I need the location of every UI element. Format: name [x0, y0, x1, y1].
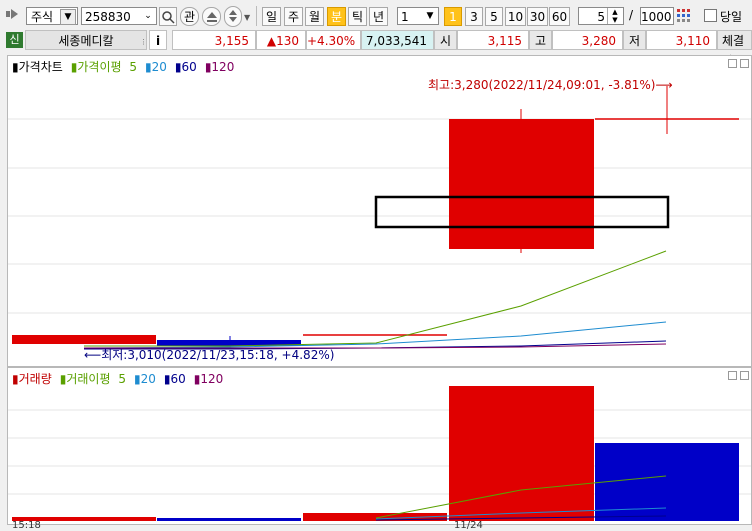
open-label: 시	[434, 30, 457, 50]
scroll-count-value: 5	[597, 10, 605, 24]
chevron-down-icon[interactable]: ▼	[60, 9, 76, 25]
watchlist-button[interactable]: 관	[180, 7, 199, 26]
updown-icon	[229, 10, 237, 22]
price-change: ▲130	[256, 30, 306, 50]
eject-icon	[206, 12, 217, 22]
data-count-input[interactable]: 1000	[640, 7, 674, 25]
search-icon	[162, 11, 175, 24]
chevron-down-icon[interactable]: ▼	[423, 9, 437, 23]
preset-30[interactable]: 30	[527, 7, 548, 26]
data-count-value: 1000	[641, 10, 672, 24]
period-year[interactable]: 년	[369, 7, 388, 26]
separator	[256, 6, 257, 26]
preset-3[interactable]: 3	[465, 7, 483, 26]
change-percent: +4.30%	[306, 30, 361, 50]
trade-strength-label: 체결강	[717, 30, 752, 68]
today-checkbox[interactable]	[704, 9, 717, 22]
stock-info-button[interactable]: i	[149, 30, 167, 50]
current-price: 3,155	[172, 30, 256, 50]
preset-5[interactable]: 5	[485, 7, 503, 26]
stock-code-value: 258830	[85, 10, 131, 24]
link-arrow-icon[interactable]	[6, 7, 22, 21]
preset-10[interactable]: 10	[505, 7, 526, 26]
preset-1[interactable]: 1	[444, 7, 462, 26]
time-axis-mid: 11/24	[454, 520, 483, 531]
preset-60[interactable]: 60	[549, 7, 570, 26]
volume-chart-canvas[interactable]	[8, 368, 751, 524]
name-dots-icon: ⋮	[140, 38, 147, 46]
period-month[interactable]: 월	[305, 7, 324, 26]
trade-volume: 7,033,541	[361, 30, 434, 50]
count-separator: /	[629, 8, 634, 22]
scroll-updown-button[interactable]	[224, 6, 242, 27]
volume-chart-panel[interactable]: ▮거래량 ▮거래이평 5 ▮20 ▮60 ▮120 15:18 11/24	[7, 367, 752, 531]
refresh-button[interactable]	[202, 7, 221, 26]
scroll-count-spinner[interactable]: 5 ▲ ▼	[578, 7, 624, 25]
interval-select[interactable]: 1 ▼	[397, 7, 439, 25]
candle	[12, 335, 156, 344]
grid-settings-icon[interactable]	[676, 7, 692, 25]
market-type-select[interactable]: 주식 ▼	[26, 7, 78, 25]
ma5-line	[84, 250, 667, 347]
high-price: 3,280	[552, 30, 623, 50]
low-price: 3,110	[646, 30, 717, 50]
price-chart-panel[interactable]: ▮가격차트 ▮가격이평 5 ▮20 ▮60 ▮120 최고:3,280(2022/11/…	[7, 55, 752, 367]
period-week[interactable]: 주	[284, 7, 303, 26]
stock-name[interactable]: 세종메디칼	[25, 30, 147, 50]
high-label: 고	[529, 30, 552, 50]
period-minute[interactable]: 분	[327, 7, 346, 26]
low-label: 저	[623, 30, 646, 50]
low-annotation: ⟵최저:3,010(2022/11/23,15:18, +4.82%)	[84, 348, 335, 362]
stock-code-input[interactable]: 258830 ⌄	[81, 7, 157, 25]
search-button[interactable]	[159, 7, 177, 26]
interval-value: 1	[401, 10, 409, 24]
period-tick[interactable]: 틱	[348, 7, 367, 26]
today-label: 당일	[720, 10, 743, 24]
period-day[interactable]: 일	[262, 7, 281, 26]
open-price: 3,115	[457, 30, 529, 50]
market-type-label: 주식	[31, 10, 54, 24]
spinner-arrows-icon[interactable]: ▲ ▼	[607, 8, 622, 24]
price-chart-canvas[interactable]	[8, 56, 751, 366]
toolbar: 주식 ▼ 258830 ⌄ 관 ▼ 일 주 월 분 틱 년 1 ▼ 1 3 5 …	[0, 0, 752, 30]
volume-bar	[449, 386, 594, 521]
volume-bar	[157, 518, 301, 521]
high-annotation: 최고:3,280(2022/11/24,09:01, -3.81%)⟶	[428, 78, 673, 92]
small-dropdown-icon[interactable]: ▼	[244, 13, 250, 22]
chevron-down-icon[interactable]: ⌄	[141, 9, 155, 23]
new-listing-badge: 신	[6, 32, 23, 48]
quote-bar: 신 세종메디칼 ⋮ i 3,155 ▲130 +4.30% 7,033,541 …	[0, 30, 752, 68]
time-axis-left: 15:18	[12, 520, 41, 531]
